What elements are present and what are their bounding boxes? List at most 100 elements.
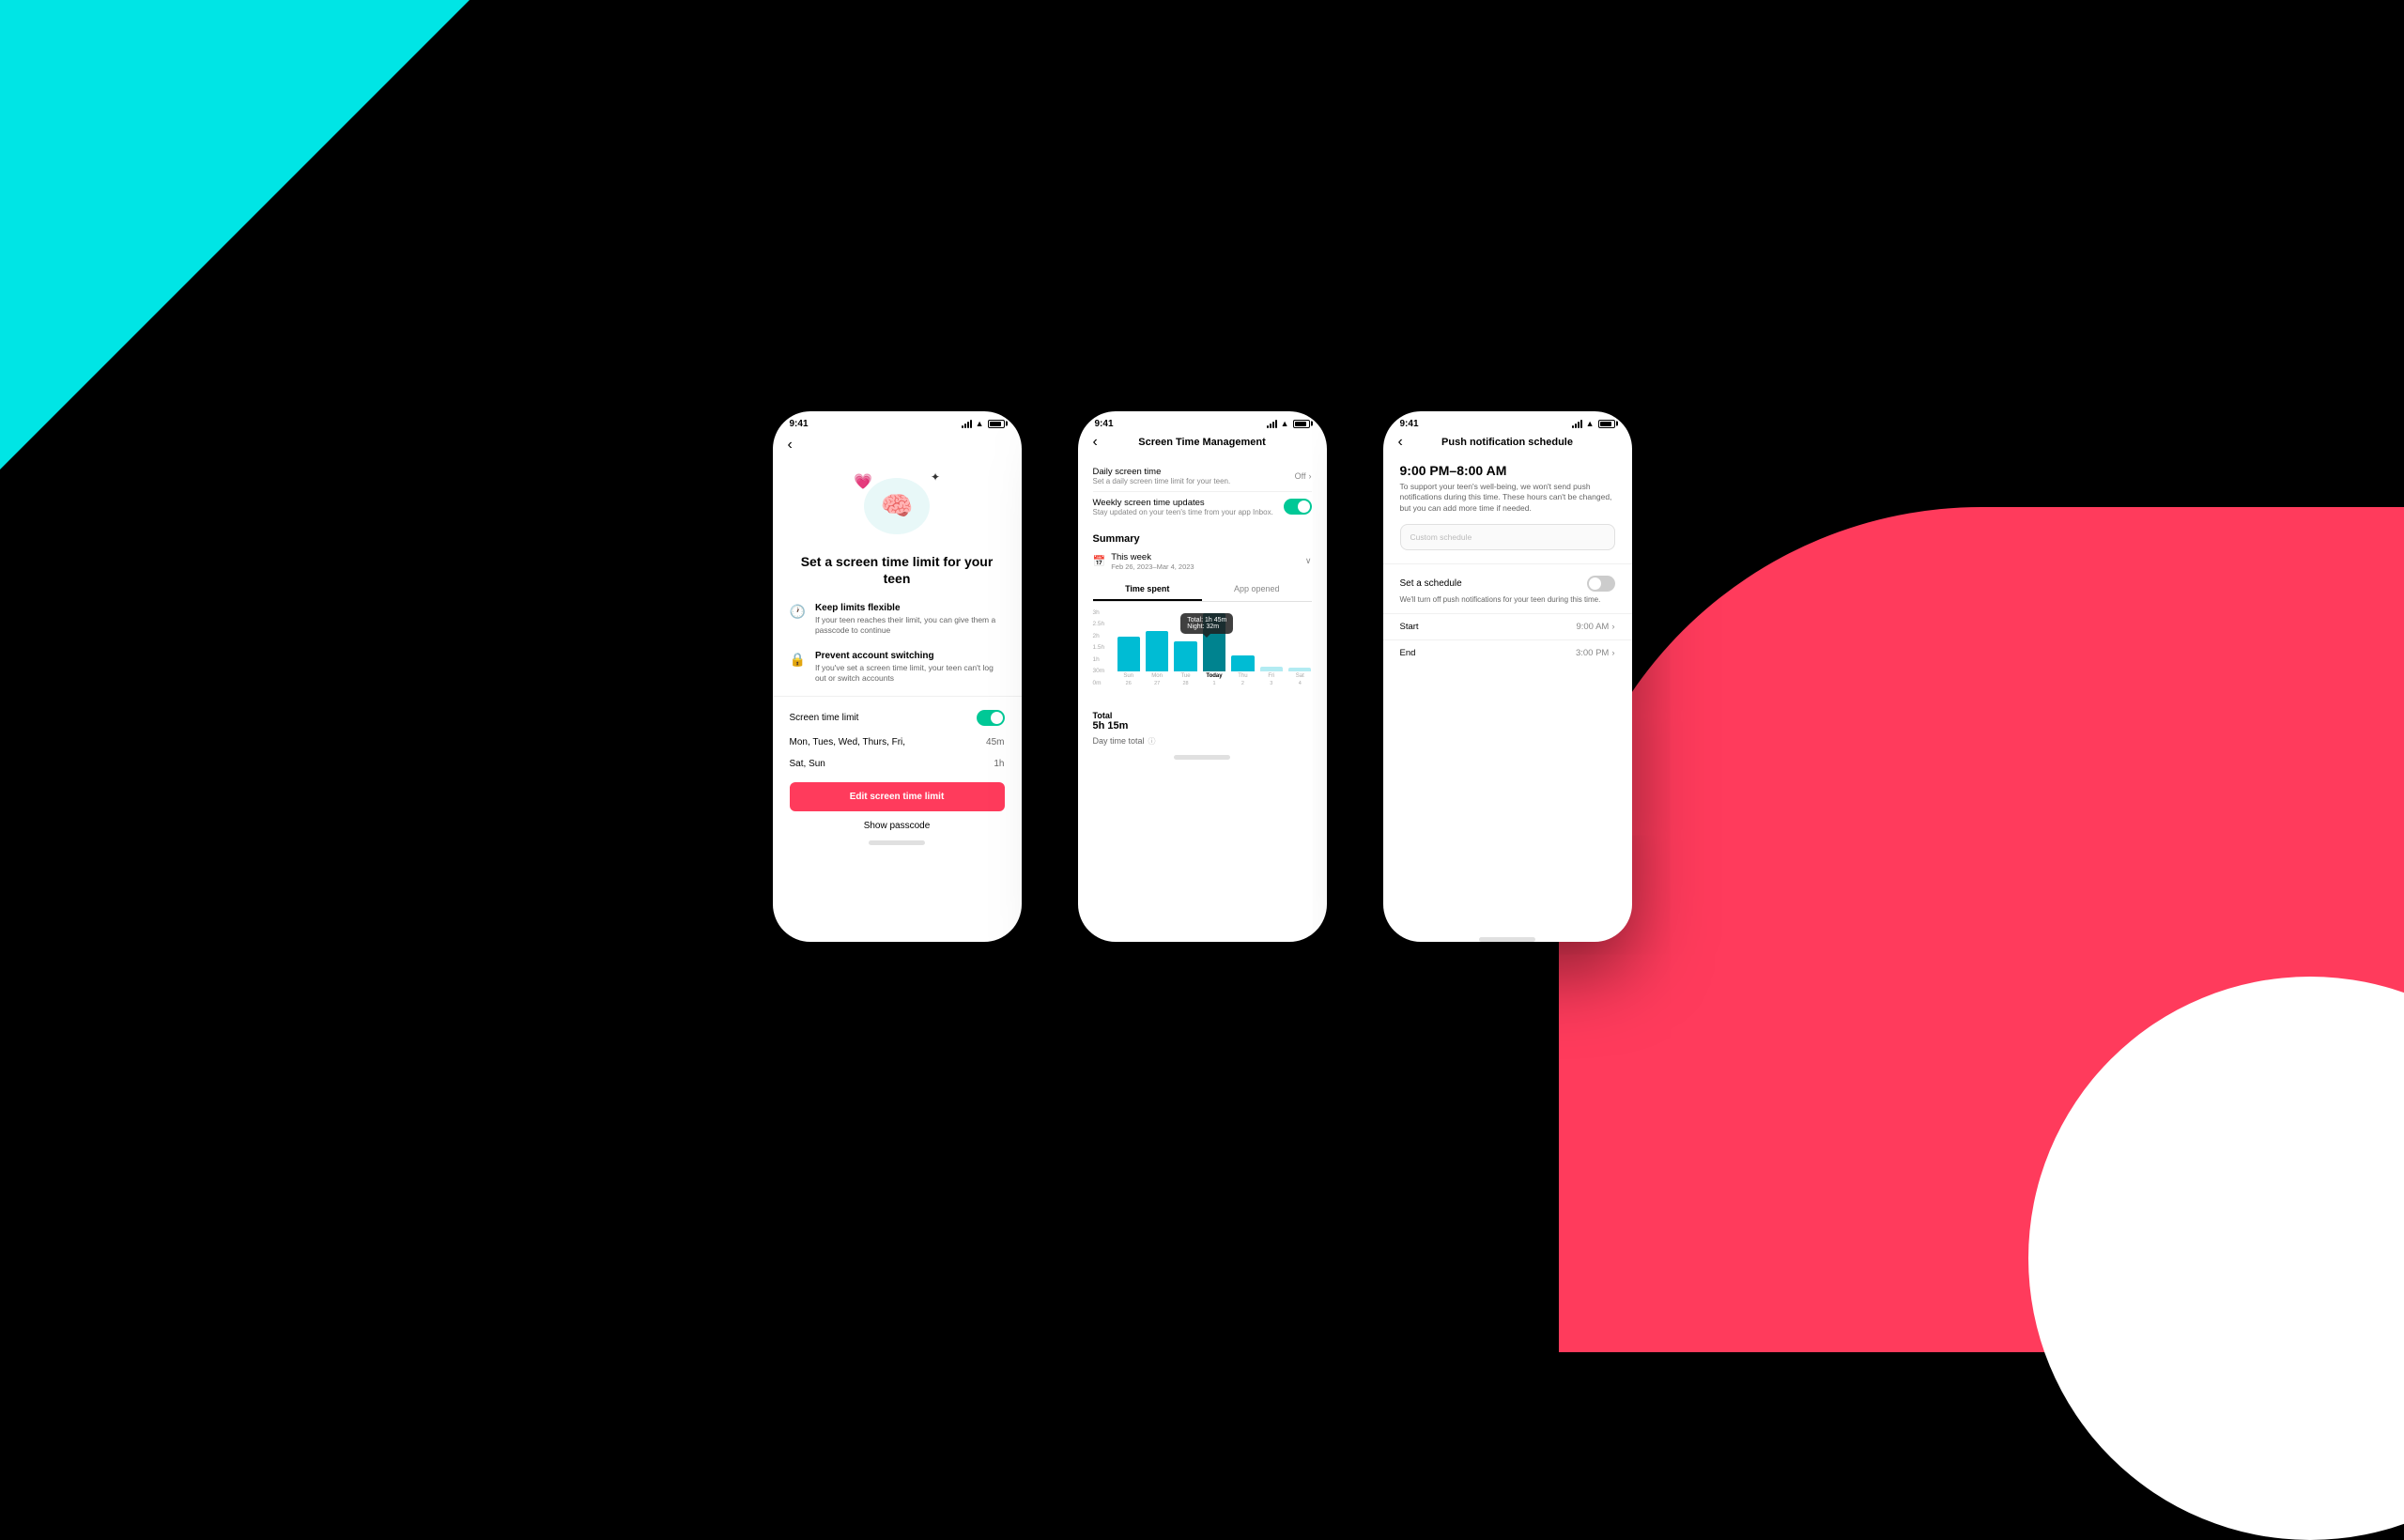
weekly-desc: Stay updated on your teen's time from yo… xyxy=(1093,508,1273,516)
summary-label: Summary xyxy=(1078,528,1327,548)
weekly-title: Weekly screen time updates xyxy=(1093,498,1273,508)
hero-illustration: 🧠 💗 ✦ xyxy=(840,469,953,544)
wifi-icon-2: ▲ xyxy=(1281,419,1289,428)
start-time-row[interactable]: Start 9:00 AM › xyxy=(1383,613,1632,639)
end-value: 3:00 PM xyxy=(1576,648,1609,658)
chart-area: 3h 2.5h 2h 1.5h 1h 30m 0m Sun 26 xyxy=(1078,602,1327,705)
signal-bars-2 xyxy=(1267,420,1277,428)
divider1 xyxy=(773,696,1022,697)
start-value: 9:00 AM xyxy=(1576,622,1609,632)
brain-icon: 🧠 xyxy=(864,478,930,534)
end-label: End xyxy=(1400,648,1416,658)
battery-icon-2 xyxy=(1293,420,1310,428)
phone3-status-icons: ▲ xyxy=(1572,419,1615,428)
phone1-content: ‹ 🧠 💗 ✦ Set a screen time limit for your… xyxy=(773,433,1022,942)
tab-app-opened[interactable]: App opened xyxy=(1202,578,1312,601)
feature2-desc: If you've set a screen time limit, your … xyxy=(815,663,1005,684)
feature1: 🕐 Keep limits flexible If your teen reac… xyxy=(773,598,1022,640)
set-schedule-desc: We'll turn off push notifications for yo… xyxy=(1383,595,1632,612)
this-week-info: This week Feb 26, 2023–Mar 4, 2023 xyxy=(1111,552,1194,571)
y-label-3h: 3h xyxy=(1093,609,1105,616)
y-label-1h5: 1.5h xyxy=(1093,644,1105,651)
home-indicator xyxy=(869,840,925,845)
feature2-title: Prevent account switching xyxy=(815,651,1005,661)
bar-sun: Sun 26 xyxy=(1117,609,1140,686)
weekday-label: Mon, Tues, Wed, Thurs, Fri, xyxy=(790,737,906,747)
push-description: To support your teen's well-being, we wo… xyxy=(1383,482,1632,525)
y-label-2h: 2h xyxy=(1093,633,1105,639)
phone1-time: 9:41 xyxy=(790,419,809,429)
this-week-date: Feb 26, 2023–Mar 4, 2023 xyxy=(1111,562,1194,571)
tabs-row: Time spent App opened xyxy=(1093,578,1312,602)
show-passcode-button[interactable]: Show passcode xyxy=(773,817,1022,835)
signal-bar-4 xyxy=(970,420,972,428)
bar-tue-fill xyxy=(1174,641,1196,670)
phone1-status-bar: 9:41 ▲ xyxy=(773,411,1022,433)
heart-icon: 💗 xyxy=(854,472,872,491)
total-value: 5h 15m xyxy=(1093,720,1312,732)
daily-row[interactable]: Daily screen time Set a daily screen tim… xyxy=(1093,461,1312,492)
tab-time-spent[interactable]: Time spent xyxy=(1093,578,1203,601)
phone3-title: Push notification schedule xyxy=(1441,437,1573,448)
chart-y-labels: 3h 2.5h 2h 1.5h 1h 30m 0m xyxy=(1093,609,1105,686)
phone2-time: 9:41 xyxy=(1095,419,1114,429)
feature2: 🔒 Prevent account switching If you've se… xyxy=(773,646,1022,688)
bar-mon-fill xyxy=(1146,631,1168,671)
day-total-row: Day time total ⓘ xyxy=(1078,733,1327,749)
y-label-1h: 1h xyxy=(1093,656,1105,663)
bar-sat: Sat 4 xyxy=(1288,609,1311,686)
phone3-back-button[interactable]: ‹ xyxy=(1398,434,1403,451)
screen-time-label: Screen time limit xyxy=(790,713,859,723)
weekly-row: Weekly screen time updates Stay updated … xyxy=(1093,492,1312,522)
phone1-header: ‹ xyxy=(773,433,1022,461)
total-row: Total 5h 15m xyxy=(1078,705,1327,733)
signal-bar-3 xyxy=(967,422,969,428)
phone2-title: Screen Time Management xyxy=(1138,437,1266,448)
phone2-status-icons: ▲ xyxy=(1267,419,1310,428)
custom-schedule-input[interactable]: Custom schedule xyxy=(1400,524,1615,550)
chevron-right-icon: › xyxy=(1309,471,1312,481)
weekly-left: Weekly screen time updates Stay updated … xyxy=(1093,498,1273,516)
phone1-title: Set a screen time limit for your teen xyxy=(773,553,1022,598)
back-button[interactable]: ‹ xyxy=(788,437,793,453)
set-schedule-row: Set a schedule xyxy=(1383,568,1632,595)
day-total-label: Day time total xyxy=(1093,736,1145,746)
push-divider xyxy=(1383,563,1632,564)
feature2-text: Prevent account switching If you've set … xyxy=(815,651,1005,684)
this-week-title: This week xyxy=(1111,552,1194,562)
wifi-icon: ▲ xyxy=(976,419,984,428)
bar-thu: Thu 2 xyxy=(1231,609,1254,686)
total-label: Total xyxy=(1093,711,1312,720)
set-schedule-toggle[interactable] xyxy=(1587,576,1615,592)
weekly-toggle[interactable] xyxy=(1284,499,1312,515)
edit-button[interactable]: Edit screen time limit xyxy=(790,782,1005,811)
phone1: 9:41 ▲ ‹ 🧠 💗 xyxy=(773,411,1022,942)
start-label: Start xyxy=(1400,622,1419,632)
end-chevron-icon: › xyxy=(1611,648,1614,658)
phone3-status-bar: 9:41 ▲ xyxy=(1383,411,1632,433)
end-time-row[interactable]: End 3:00 PM › xyxy=(1383,639,1632,666)
screen-time-toggle[interactable] xyxy=(977,710,1005,726)
hero-area: 🧠 💗 ✦ xyxy=(773,461,1022,553)
feature1-text: Keep limits flexible If your teen reache… xyxy=(815,603,1005,636)
info-icon: ⓘ xyxy=(1148,736,1156,747)
calendar-icon: 📅 xyxy=(1093,555,1106,567)
phone3: 9:41 ▲ ‹ Push notification schedule 9:0 xyxy=(1383,411,1632,942)
phone2-back-button[interactable]: ‹ xyxy=(1093,434,1098,451)
phone2-status-bar: 9:41 ▲ xyxy=(1078,411,1327,433)
chart-tooltip: Total: 1h 45m Night: 32m xyxy=(1180,613,1233,634)
bar-thu-fill xyxy=(1231,655,1254,670)
weekend-label: Sat, Sun xyxy=(790,759,825,769)
phone3-content: ‹ Push notification schedule 9:00 PM–8:0… xyxy=(1383,433,1632,942)
this-week-row[interactable]: 📅 This week Feb 26, 2023–Mar 4, 2023 ∨ xyxy=(1078,548,1327,575)
y-label-0m: 0m xyxy=(1093,680,1105,686)
tooltip-night: Night: 32m xyxy=(1187,624,1226,630)
weekday-row: Mon, Tues, Wed, Thurs, Fri, 45m xyxy=(773,732,1022,753)
daily-right: Off › xyxy=(1295,471,1312,481)
start-chevron-icon: › xyxy=(1611,622,1614,632)
clock-icon: 🕐 xyxy=(790,604,806,620)
this-week-left: 📅 This week Feb 26, 2023–Mar 4, 2023 xyxy=(1093,552,1194,571)
start-value-area: 9:00 AM › xyxy=(1576,622,1614,632)
phones-container: 9:41 ▲ ‹ 🧠 💗 xyxy=(773,411,1632,942)
set-schedule-label: Set a schedule xyxy=(1400,578,1462,589)
